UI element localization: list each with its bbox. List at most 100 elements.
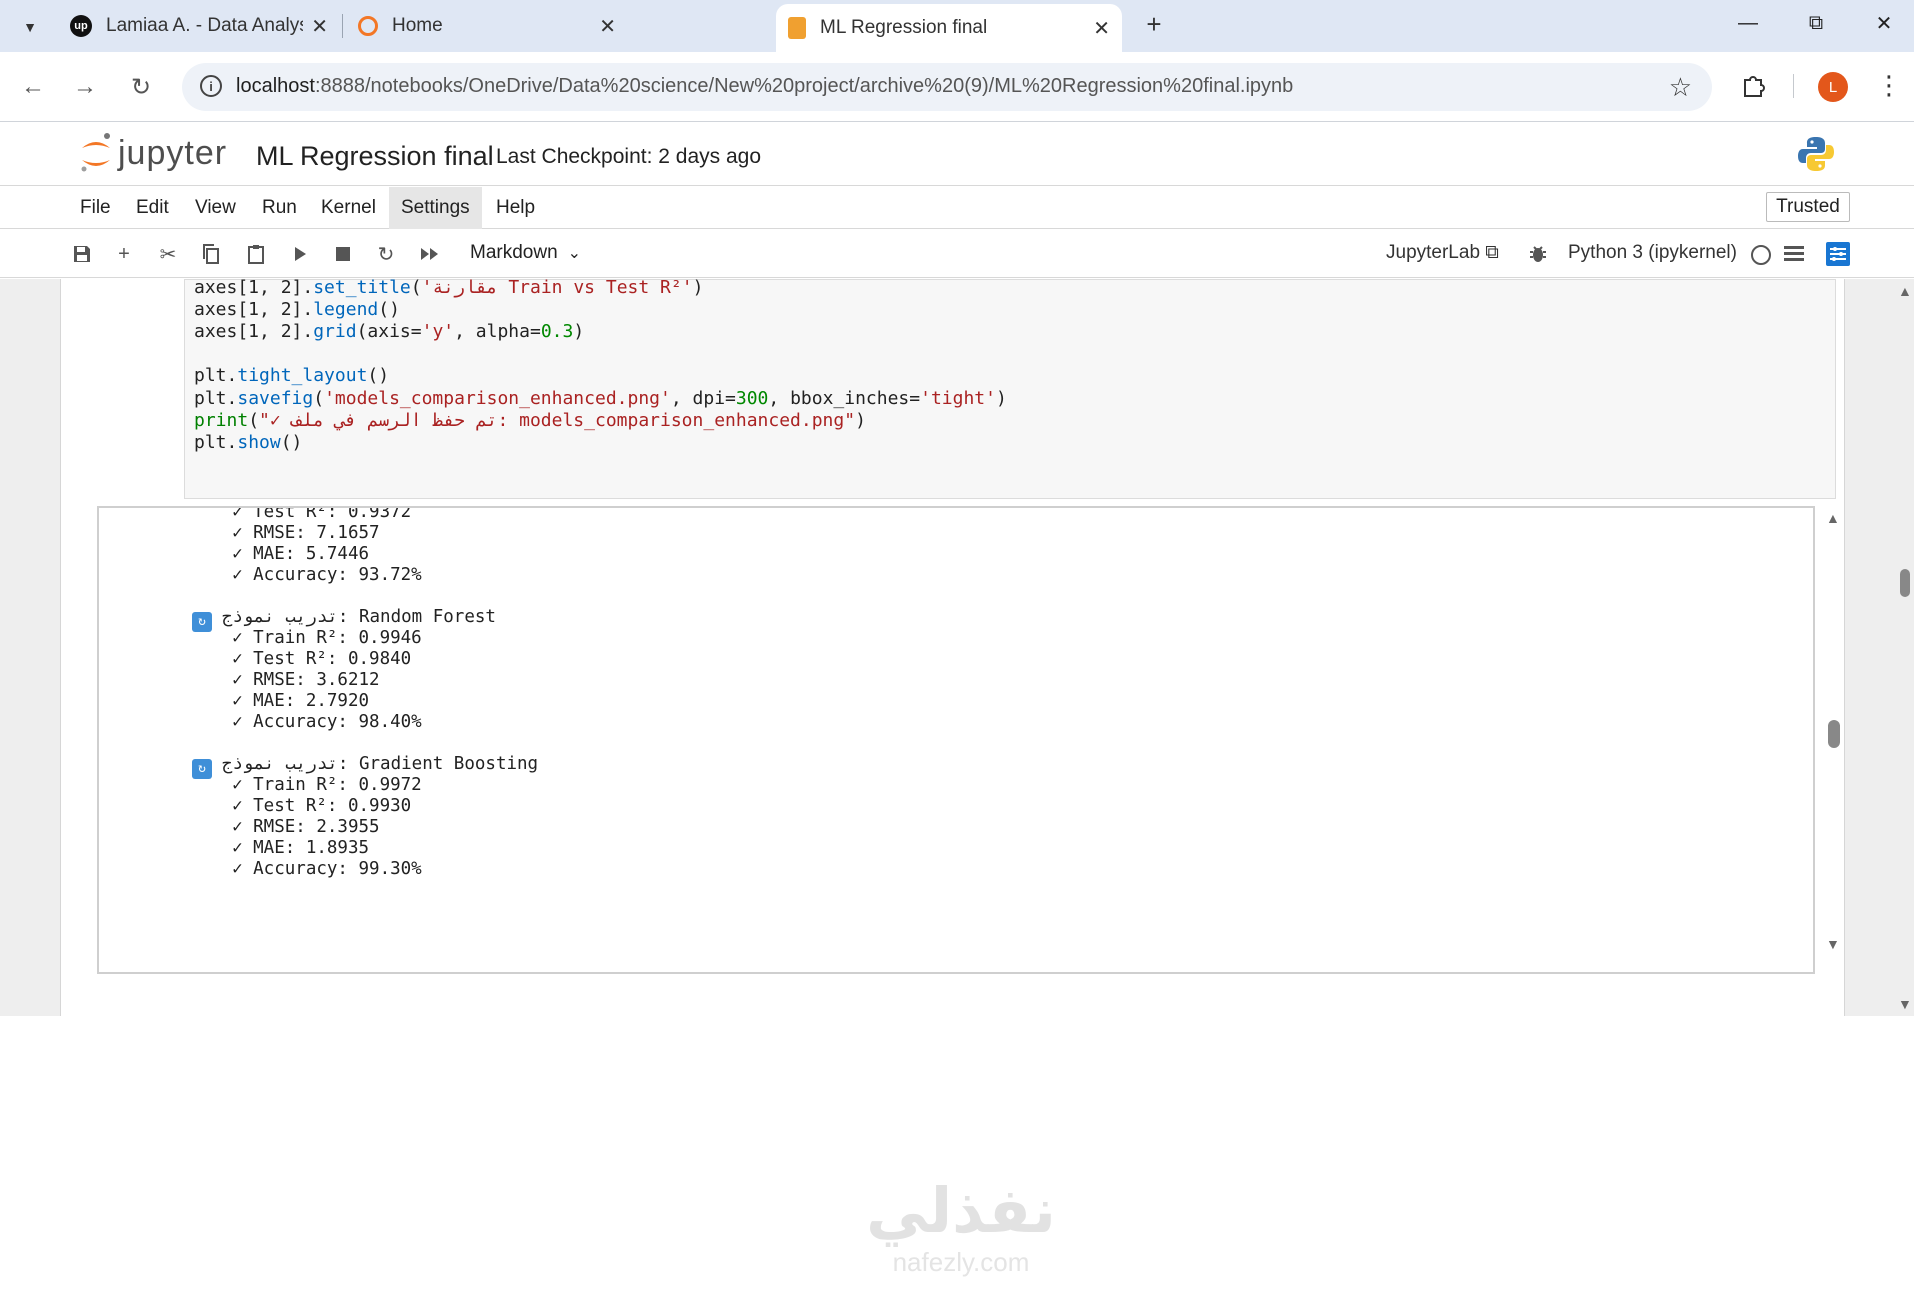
last-checkpoint: Last Checkpoint: 2 days ago — [496, 145, 762, 168]
output-line: ✓ Test R²: 0.9372 — [211, 506, 412, 522]
scrollbar-thumb — [1900, 569, 1910, 597]
reload-icon[interactable]: ↻ — [123, 69, 159, 105]
code-line: axes[1, 2].grid(axis='y', alpha=0.3) — [194, 321, 585, 342]
property-inspector-icon[interactable] — [1824, 240, 1852, 268]
output-scrollbar[interactable]: ▲ ▼ — [1825, 506, 1841, 974]
output-line: ✓ MAE: 1.8935 — [211, 838, 370, 858]
restart-kernel-icon[interactable]: ↻ — [372, 240, 400, 268]
output-line: ✓ RMSE: 2.3955 — [211, 817, 380, 837]
open-jupyterlab-link[interactable]: JupyterLab ⧉ — [1386, 242, 1499, 264]
close-tab-icon[interactable]: ✕ — [311, 14, 328, 39]
external-link-icon: ⧉ — [1485, 242, 1499, 263]
tab-label: Lamiaa A. - Data Analysis, Pytho — [106, 15, 303, 36]
kernel-status-icon — [1751, 245, 1771, 265]
code-line: print("✓ تم حفظ الرسم في ملف: models_com… — [194, 410, 866, 431]
menu-settings[interactable]: Settings — [389, 187, 482, 229]
close-tab-icon[interactable]: ✕ — [1093, 16, 1110, 41]
code-line: plt.savefig('models_comparison_enhanced.… — [194, 388, 1007, 409]
kernel-name[interactable]: Python 3 (ipykernel) — [1568, 242, 1737, 264]
browser-menu-icon[interactable]: ⋮ — [1876, 70, 1902, 101]
scroll-up-icon: ▲ — [1826, 510, 1840, 526]
restore-icon[interactable]: ⧉ — [1796, 6, 1836, 40]
cut-icon[interactable]: ✂ — [154, 240, 182, 268]
trusted-indicator[interactable]: Trusted — [1766, 192, 1850, 222]
notebook-area: axes[1, 2].set_title('مقارنة Train vs Te… — [0, 277, 1914, 1277]
tab-separator — [342, 14, 343, 38]
jupyter-wordmark: jupyter — [118, 134, 228, 172]
paste-icon[interactable] — [242, 240, 270, 268]
url-text[interactable]: localhost:8888/notebooks/OneDrive/Data%2… — [236, 75, 1293, 98]
browser-tab-strip: ▼ up Lamiaa A. - Data Analysis, Pytho ✕ … — [0, 0, 1914, 52]
tab-upwork[interactable]: up Lamiaa A. - Data Analysis, Pytho ✕ — [58, 4, 340, 48]
forward-icon[interactable]: → — [67, 69, 103, 105]
minimize-icon[interactable]: — — [1728, 6, 1768, 40]
tab-label: Home — [392, 15, 443, 36]
output-line: ✓ RMSE: 7.1657 — [211, 523, 380, 543]
code-line: plt.tight_layout() — [194, 365, 390, 386]
refresh-icon: ↻ — [192, 612, 212, 632]
stop-icon[interactable] — [329, 240, 357, 268]
menu-help[interactable]: Help — [484, 187, 547, 229]
tab-home[interactable]: Home ✕ — [346, 4, 628, 48]
site-info-icon[interactable]: i — [200, 75, 222, 97]
copy-icon[interactable] — [197, 240, 225, 268]
output-line: ✓ MAE: 5.7446 — [211, 544, 370, 564]
upwork-icon: up — [70, 15, 92, 37]
code-cell-editor[interactable]: axes[1, 2].set_title('مقارنة Train vs Te… — [184, 277, 1836, 499]
code-line: plt.show() — [194, 432, 303, 453]
output-line: ✓ RMSE: 3.6212 — [211, 670, 380, 690]
jupyter-icon — [358, 16, 378, 36]
run-all-icon[interactable] — [416, 240, 444, 268]
menu-file[interactable]: File — [68, 187, 123, 229]
address-bar[interactable]: i localhost:8888/notebooks/OneDrive/Data… — [182, 63, 1712, 111]
scroll-down-icon: ▼ — [1898, 996, 1912, 1012]
scroll-up-icon: ▲ — [1898, 283, 1912, 299]
output-line: ✓ Test R²: 0.9840 — [211, 649, 412, 669]
cell-type-select[interactable]: Markdown ⌄ — [470, 242, 581, 264]
notebook-icon — [788, 17, 806, 39]
output-line: ✓ MAE: 2.7920 — [211, 691, 370, 711]
scroll-down-icon: ▼ — [1826, 936, 1840, 952]
run-cell-icon[interactable] — [286, 240, 314, 268]
jupyter-logo-icon[interactable] — [78, 132, 114, 174]
python-logo-icon — [1798, 137, 1834, 171]
output-line: ✓ Test R²: 0.9930 — [211, 796, 412, 816]
jupyter-header: jupyter ML Regression final Last Checkpo… — [0, 122, 1914, 186]
profile-avatar[interactable]: L — [1818, 72, 1848, 102]
cell-output[interactable]: ✓ Test R²: 0.9372 ✓ RMSE: 7.1657 ✓ MAE: … — [97, 506, 1815, 974]
save-icon[interactable] — [68, 240, 96, 268]
output-line: ✓ Accuracy: 93.72% — [211, 565, 422, 585]
scrollbar-thumb — [1828, 720, 1840, 748]
menu-edit[interactable]: Edit — [124, 187, 181, 229]
output-line: ✓ Train R²: 0.9946 — [211, 628, 422, 648]
jupyter-menubar: File Edit View Run Kernel Settings Help … — [0, 187, 1914, 229]
output-line: ✓ Accuracy: 99.30% — [211, 859, 422, 879]
chevron-down-icon: ⌄ — [567, 245, 582, 262]
code-line: axes[1, 2].legend() — [194, 299, 400, 320]
output-line: ✓ Accuracy: 98.40% — [211, 712, 422, 732]
watermark: نفذلي nafezly.com — [866, 1177, 1056, 1277]
notebook-page: axes[1, 2].set_title('مقارنة Train vs Te… — [60, 277, 1845, 1016]
notebook-menu-icon[interactable] — [1780, 240, 1808, 268]
tab-ml-regression[interactable]: ML Regression final ✕ — [776, 4, 1122, 52]
add-cell-icon[interactable]: + — [110, 240, 138, 268]
tab-label: ML Regression final — [820, 17, 988, 38]
code-line: axes[1, 2].set_title('مقارنة Train vs Te… — [194, 277, 704, 298]
toolbar-divider — [1793, 74, 1794, 98]
close-window-icon[interactable]: ✕ — [1864, 6, 1904, 40]
menu-run[interactable]: Run — [250, 187, 309, 229]
menu-view[interactable]: View — [183, 187, 248, 229]
refresh-icon: ↻ — [192, 759, 212, 779]
close-tab-icon[interactable]: ✕ — [599, 14, 616, 39]
page-scrollbar[interactable]: ▲ ▼ — [1896, 279, 1914, 1016]
notebook-title[interactable]: ML Regression final — [256, 141, 494, 172]
tab-search-dropdown[interactable]: ▼ — [12, 9, 48, 45]
debugger-bug-icon[interactable] — [1524, 240, 1552, 268]
new-tab-button[interactable]: + — [1138, 8, 1170, 40]
back-icon[interactable]: ← — [15, 69, 51, 105]
browser-toolbar: ← → ↻ i localhost:8888/notebooks/OneDriv… — [0, 52, 1914, 122]
menu-kernel[interactable]: Kernel — [309, 187, 388, 229]
bookmark-star-icon[interactable]: ☆ — [1669, 72, 1692, 103]
output-line: ✓ Train R²: 0.9972 — [211, 775, 422, 795]
extensions-icon[interactable] — [1740, 71, 1768, 99]
